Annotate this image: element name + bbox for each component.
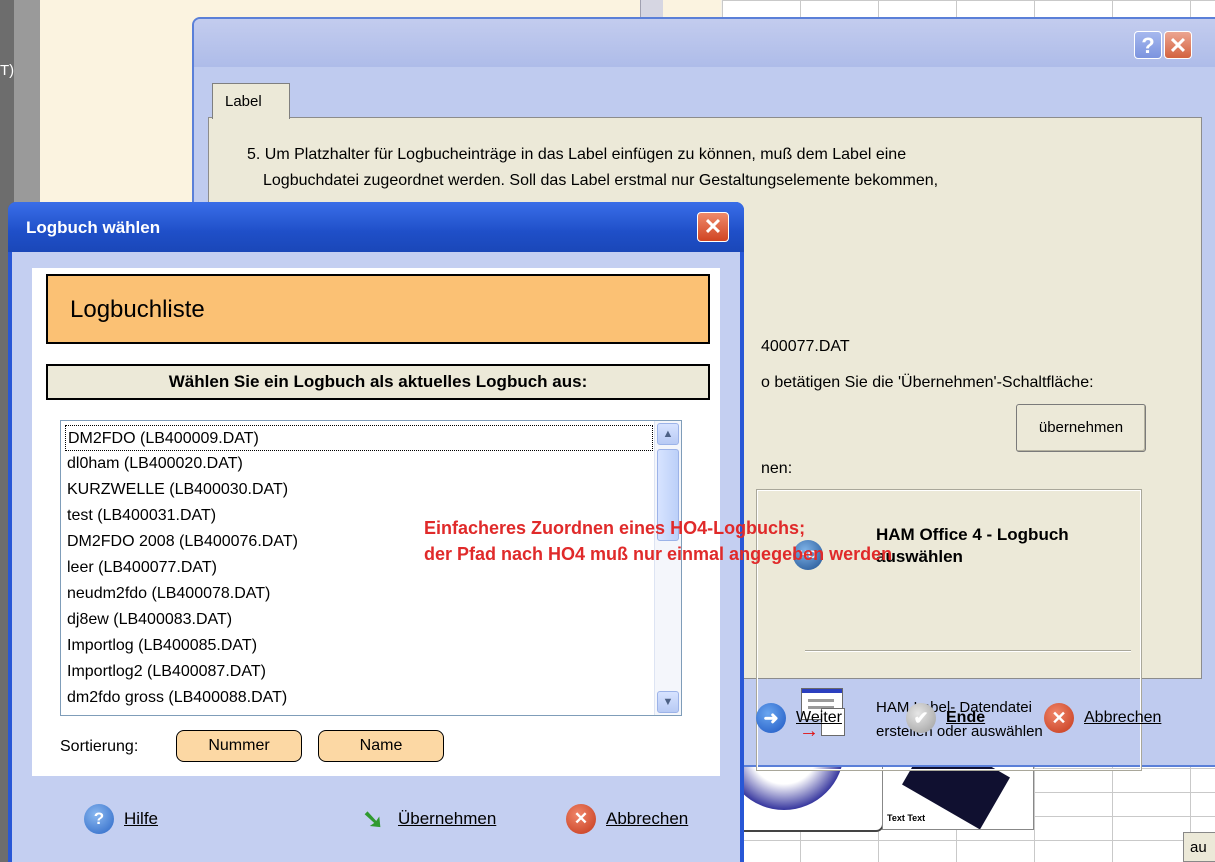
help-title-button[interactable]: ?: [1134, 31, 1162, 59]
tab-label[interactable]: Label: [212, 83, 290, 119]
help-button-label: Hilfe: [124, 809, 159, 828]
banner-title: Logbuchliste: [70, 296, 205, 323]
check-icon: ✔: [906, 703, 936, 733]
apply-button[interactable]: ➘ Übernehmen: [358, 802, 496, 836]
annotation-line: der Pfad nach HO4 muß nur einmal angegeb…: [424, 544, 893, 564]
dialog-title: Logbuch wählen: [26, 218, 161, 237]
wizard-title-bar: ? ✕: [194, 19, 1215, 67]
arrow-right-icon: ➜: [756, 703, 786, 733]
red-annotation: Einfacheres Zuordnen eines HO4-Logbuchs;…: [424, 515, 892, 567]
apply-button-label: Übernehmen: [398, 809, 497, 828]
divider: [805, 650, 1131, 652]
background-left-text: T): [0, 62, 15, 79]
sort-label: Sortierung:: [60, 738, 139, 755]
dialog-cancel-button[interactable]: ✕ Abbrechen: [566, 802, 688, 836]
next-button-label: Weiter: [796, 709, 842, 726]
logbook-list-item[interactable]: dm2fdo gross (LB400088.DAT): [65, 685, 653, 711]
dialog-title-bar: Logbuch wählen ✕: [8, 202, 744, 252]
annotation-line: Einfacheres Zuordnen eines HO4-Logbuchs;: [424, 518, 806, 538]
logbook-list-item[interactable]: dj8ew (LB400083.DAT): [65, 607, 653, 633]
next-button[interactable]: ➜ Weiter: [756, 701, 842, 735]
help-button[interactable]: ? Hilfe: [84, 802, 158, 836]
sort-by-number-button[interactable]: Nummer: [176, 730, 302, 762]
cancel-button[interactable]: ✕ Abbrechen: [1044, 701, 1161, 735]
logbook-list-item[interactable]: dl0ham (LB400020.DAT): [65, 451, 653, 477]
label-preview-thumbnail[interactable]: Text Text: [882, 760, 1034, 830]
logbook-list-banner: Logbuchliste: [46, 274, 710, 344]
sort-by-name-button[interactable]: Name: [318, 730, 444, 762]
step-text-line: Logbuchdatei zugeordnet werden. Soll das…: [263, 172, 939, 189]
select-instruction: Wählen Sie ein Logbuch als aktuelles Log…: [46, 364, 710, 400]
logbook-list-item[interactable]: Importlog2 (LB400087.DAT): [65, 659, 653, 685]
uebernehmen-button[interactable]: übernehmen: [1016, 404, 1146, 452]
apply-hint-text: o betätigen Sie die 'Übernehmen'-Schaltf…: [761, 374, 1094, 391]
logbook-list-item[interactable]: DM2FDO (LB400009.DAT): [65, 425, 653, 451]
finish-button[interactable]: ✔ Ende: [906, 701, 985, 735]
logbook-listbox[interactable]: DM2FDO (LB400009.DAT) dl0ham (LB400020.DA…: [60, 420, 682, 716]
dialog-close-button[interactable]: ✕: [697, 212, 729, 242]
step-text-line: 5. Um Platzhalter für Logbucheinträge in…: [247, 146, 907, 163]
logbook-list-items: DM2FDO (LB400009.DAT) dl0ham (LB400020.DA…: [65, 425, 653, 711]
background-button[interactable]: au: [1183, 832, 1215, 862]
dialog-cancel-label: Abbrechen: [606, 809, 689, 828]
cancel-button-label: Abbrechen: [1084, 709, 1162, 726]
thumbnail-text: Text Text: [887, 813, 926, 823]
logbook-list-item[interactable]: KURZWELLE (LB400030.DAT): [65, 477, 653, 503]
finish-button-label: Ende: [946, 709, 986, 726]
cancel-icon: ✕: [566, 804, 596, 834]
option-hint-text: nen:: [761, 460, 793, 477]
logbook-list-item[interactable]: Importlog (LB400085.DAT): [65, 633, 653, 659]
scroll-up-icon[interactable]: ▲: [657, 423, 679, 445]
green-arrow-icon: ➘: [362, 804, 384, 834]
cancel-icon: ✕: [1044, 703, 1074, 733]
ham-office-logbook-option[interactable]: HAM Office 4 - Logbuch auswählen: [876, 524, 1136, 568]
close-title-button[interactable]: ✕: [1164, 31, 1192, 59]
logbook-file-name: 400077.DAT: [761, 338, 850, 355]
scroll-down-icon[interactable]: ▼: [657, 691, 679, 713]
step-instructions: 5. Um Platzhalter für Logbucheinträge in…: [247, 142, 1147, 194]
logbook-list-item[interactable]: neudm2fdo (LB400078.DAT): [65, 581, 653, 607]
listbox-scrollbar[interactable]: ▲ ▼: [654, 421, 681, 715]
help-icon: ?: [84, 804, 114, 834]
